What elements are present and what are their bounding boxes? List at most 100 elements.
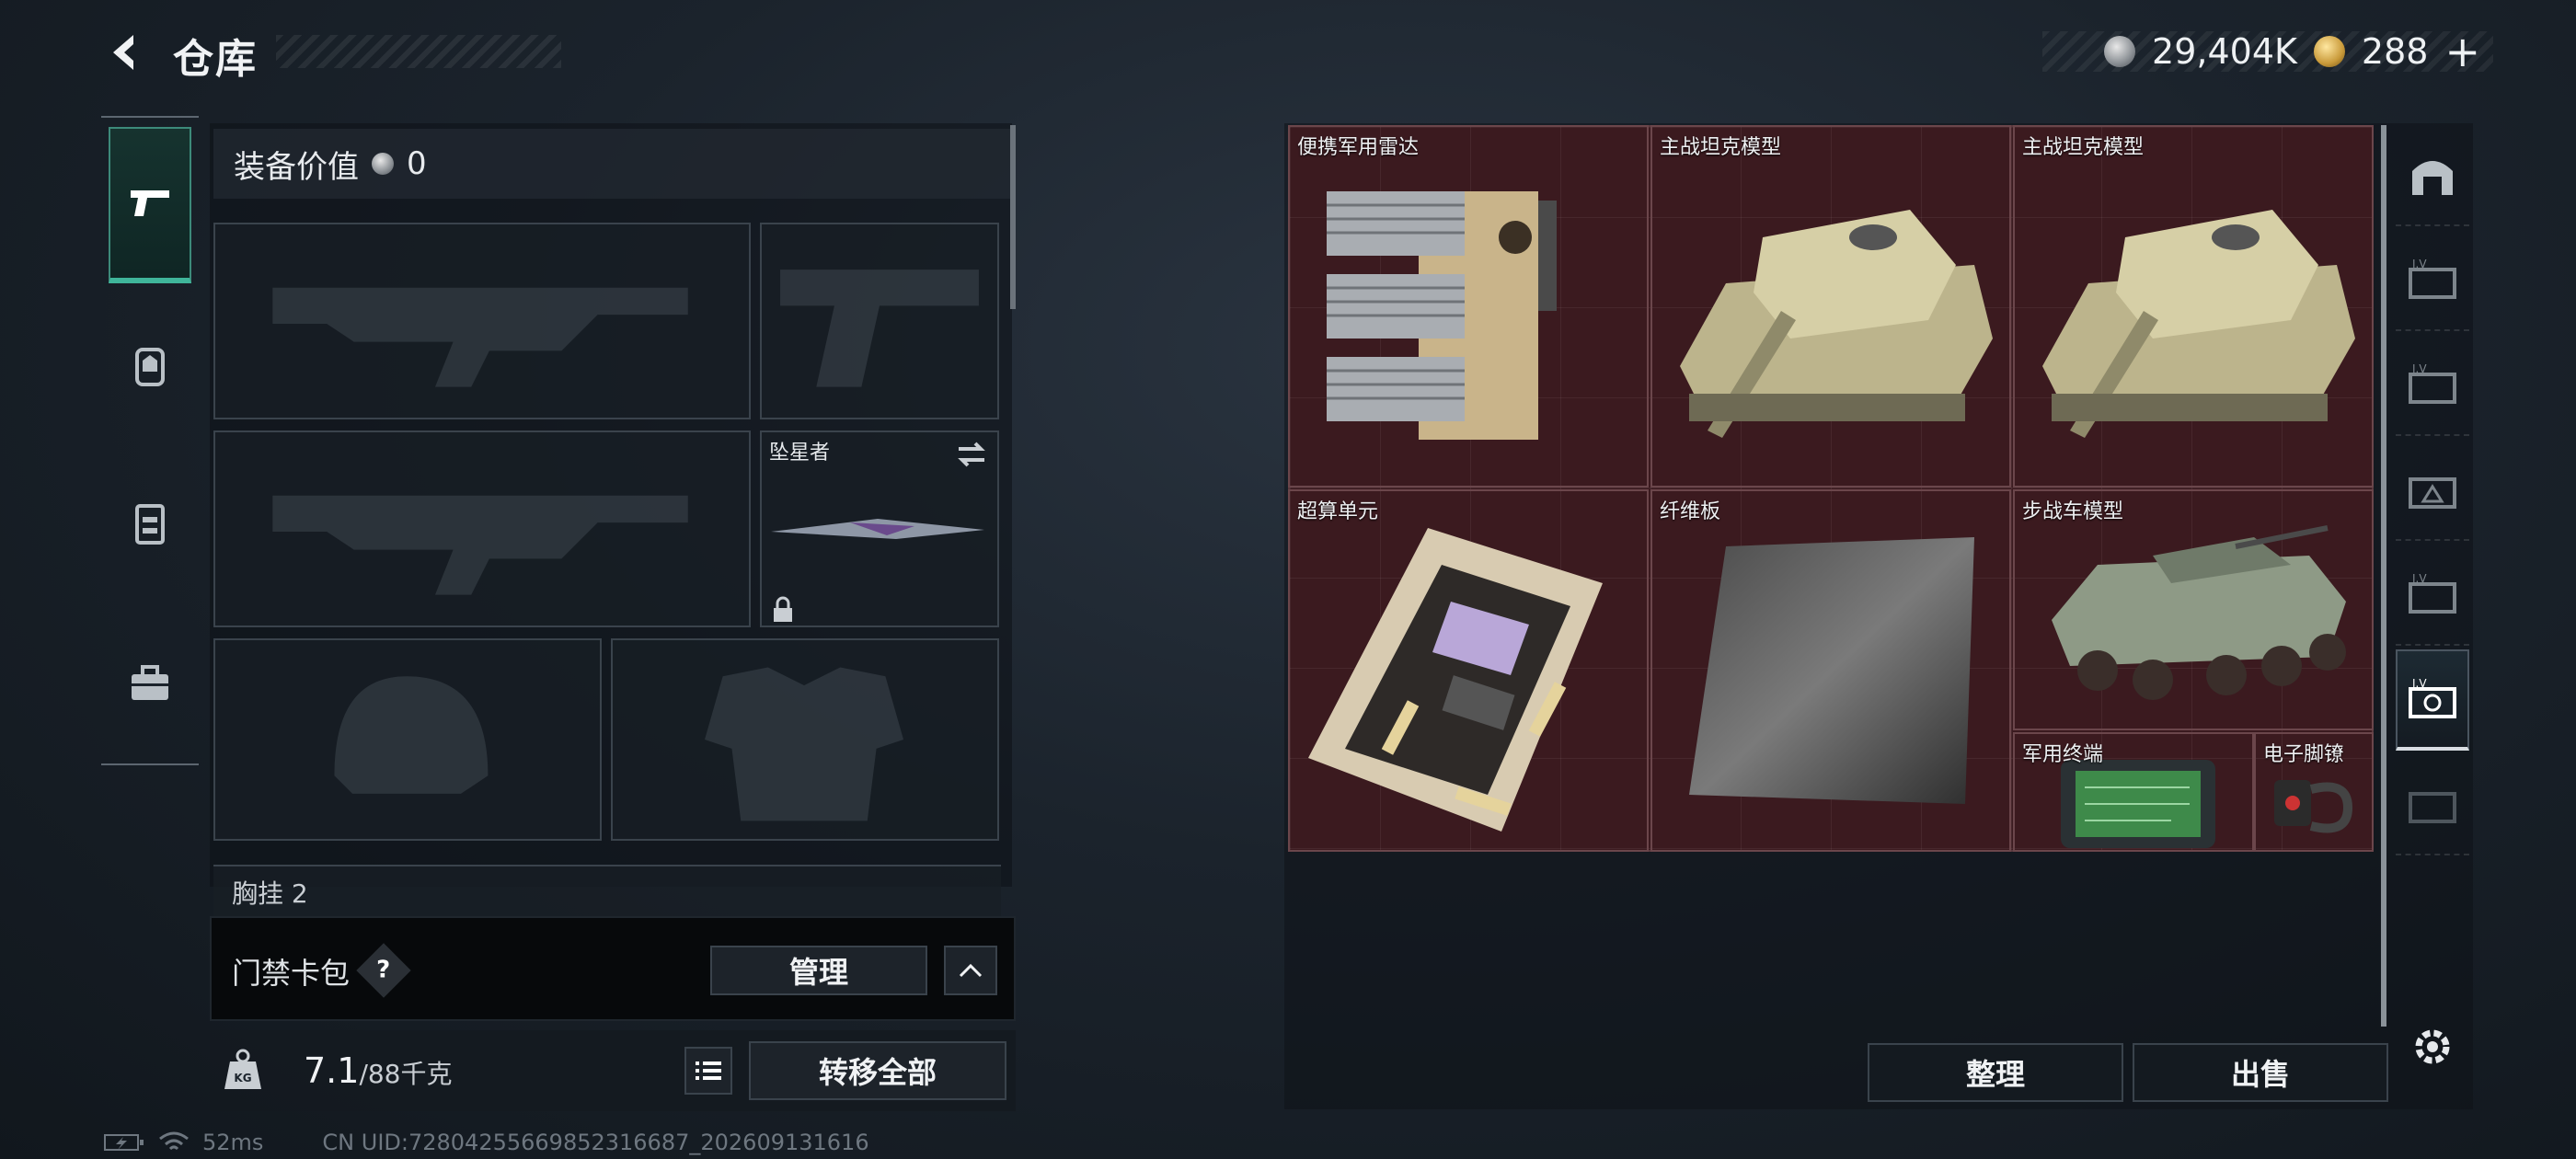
svg-text:I.V: I.V [2412,572,2427,585]
item-name: 纤维板 [1660,500,1721,523]
storage-item-tank-model-1[interactable]: 主战坦克模型 [1650,125,2011,488]
storage-tab-2[interactable]: I.V [2396,335,2469,436]
silver-currency-value: 29,404K [2152,31,2297,72]
blade-item-icon [771,519,984,539]
item-name: 电子脚镣 [2263,743,2345,766]
battery-icon [104,1134,144,1151]
svg-text:I.V: I.V [2412,258,2427,270]
equipment-category-rail [101,116,199,765]
manage-button[interactable]: 管理 [710,946,927,995]
storage-item-ifv-model[interactable]: 步战车模型 [2013,489,2374,730]
list-view-button[interactable] [684,1047,732,1095]
armor-placeholder-icon [705,667,904,821]
storage-box-icon: I.V [2409,572,2456,614]
gold-coin-icon [2313,36,2345,67]
settings-button[interactable] [2405,1019,2460,1074]
title-decoration [276,35,561,68]
gear-icon [2415,1029,2450,1064]
storage-box-icon [2409,477,2456,509]
storage-item-military-terminal[interactable]: 军用终端 [2013,732,2254,852]
ifv-item-icon [2052,525,2346,700]
item-name: 便携军用雷达 [1297,136,1420,159]
swap-icon[interactable] [955,440,988,469]
transfer-all-button[interactable]: 转移全部 [749,1041,1006,1100]
warehouse-icon [2412,161,2453,195]
rail-tab-backpack[interactable] [109,287,191,443]
rail-tab-case[interactable] [109,605,191,762]
pistol-placeholder-icon [780,270,979,387]
melee-slot[interactable]: 坠星者 [760,430,999,627]
expand-button[interactable] [944,946,997,995]
weight-current: 7.1 [304,1050,360,1091]
sell-button[interactable]: 出售 [2133,1043,2388,1102]
primary-weapon-slot[interactable] [213,223,751,419]
storage-scrollbar[interactable] [2381,125,2386,1027]
storage-tab-3[interactable] [2396,440,2469,541]
weight-max: /88千克 [359,1059,453,1089]
storage-tab-5[interactable]: I.V [2396,649,2469,751]
back-arrow-icon [113,35,133,70]
storage-tab-all[interactable] [2396,125,2469,226]
helmet-placeholder-icon [334,676,489,794]
chest-rig-row[interactable] [213,865,1001,920]
chest-rig-label: 胸挂 2 [232,874,308,911]
storage-item-fiber-board[interactable]: 纤维板 [1650,489,2011,852]
weight-readout: 7.1/88千克 [304,1050,453,1091]
item-name: 超算单元 [1297,500,1379,523]
keycard-label: 门禁卡包 [232,956,351,991]
status-bar: 52ms CN UID:7280425566985231668​7_202609… [103,1130,869,1155]
melee-item-name: 坠星者 [769,442,831,465]
storage-box-icon: I.V [2409,677,2456,718]
rifle-placeholder-icon [272,495,688,595]
rail-tab-weapons[interactable] [109,127,191,283]
item-name: 军用终端 [2022,743,2104,766]
storage-box-icon: I.V [2409,258,2456,299]
pistol-icon [131,190,169,216]
lock-icon [774,596,792,622]
rail-tab-vest[interactable] [109,445,191,602]
item-name: 主战坦克模型 [2022,136,2145,159]
gold-currency-value: 288 [2361,31,2429,72]
chevron-up-icon [959,963,983,978]
storage-item-tank-model-2[interactable]: 主战坦克模型 [2013,125,2374,488]
equipment-value-row: 装备价值 0 [213,129,1012,199]
equipment-value-label: 装备价值 [234,148,359,186]
tank-item-icon [2042,210,2355,438]
svg-text:I.V: I.V [2412,362,2427,375]
radar-item-icon [1327,191,1557,440]
currency-bar: 29,404K 288 + [2042,30,2493,73]
helmet-slot[interactable] [213,638,602,841]
fiber-board-item-icon [1689,537,1974,804]
help-icon: ? [376,957,391,984]
armor-slot[interactable] [611,638,999,841]
svg-text:I.V: I.V [2412,677,2427,690]
back-button[interactable] [99,28,155,77]
equipment-scrollbar[interactable] [1010,125,1016,309]
silver-coin-icon [2104,36,2136,67]
briefcase-icon [132,665,168,700]
page-title: 仓库 [173,36,258,83]
chip-board-item-icon [1308,528,1603,832]
chest-rig-count: 2 [291,878,308,909]
item-name: 步战车模型 [2022,500,2124,523]
storage-tab-4[interactable]: I.V [2396,545,2469,646]
secondary-weapon-slot[interactable] [213,430,751,627]
weight-icon: KG [224,1049,261,1089]
storage-tab-1[interactable]: I.V [2396,230,2469,331]
pistol-slot[interactable] [760,223,999,419]
add-currency-button[interactable]: + [2444,30,2480,73]
storage-item-supercomputer[interactable]: 超算单元 [1288,489,1649,852]
sort-button[interactable]: 整理 [1868,1043,2123,1102]
storage-item-electronic-anklet[interactable]: 电子脚镣 [2254,732,2374,852]
wifi-icon [159,1131,189,1151]
item-name: 主战坦克模型 [1660,136,1782,159]
storage-tab-rail: I.V I.V I.V I.V [2394,125,2473,999]
storage-item-radar[interactable]: 便携军用雷达 [1288,125,1649,488]
silver-coin-icon [372,153,394,175]
rifle-placeholder-icon [272,287,688,387]
ping-value: 52ms [202,1130,264,1155]
list-icon [696,1061,721,1080]
storage-tab-locked[interactable] [2396,754,2469,855]
uid-text: CN UID:7280425566985231668​7_20260913161… [322,1130,869,1155]
weight-icon-label: KG [234,1072,251,1084]
